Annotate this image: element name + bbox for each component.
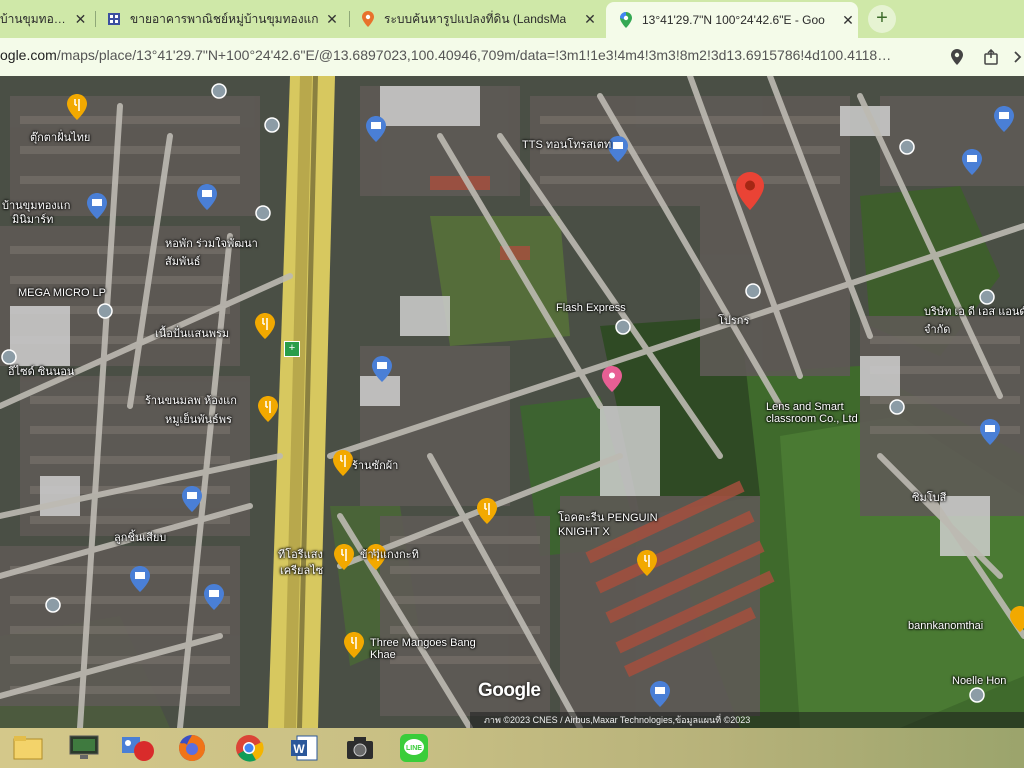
map-place-label[interactable]: ร้านซักผ้า (352, 456, 398, 474)
tab-1-title: บ้านขุมทองแก (0, 11, 71, 26)
address-bar[interactable]: ogle.com/maps/place/13°41'29.7"N+100°24'… (0, 38, 1024, 77)
food-pin-icon[interactable] (258, 396, 278, 422)
satellite-map[interactable]: + ตุ๊กตาฝั่นไทย บ้านขุมทองแก มินิมาร์ท หอพั… (0, 76, 1024, 728)
location-icon[interactable] (946, 46, 968, 68)
firefox-icon[interactable] (172, 731, 212, 765)
more-icon[interactable] (1006, 46, 1024, 68)
selected-location-marker[interactable] (736, 172, 764, 210)
line-icon[interactable]: LINE (394, 731, 434, 765)
tab-divider (349, 11, 350, 27)
chrome-icon[interactable] (229, 731, 269, 765)
close-icon[interactable]: ✕ (580, 11, 600, 28)
place-pin-icon[interactable] (210, 82, 228, 100)
shop-pin-icon[interactable] (366, 116, 386, 142)
map-place-label[interactable]: โอคตะรีน PENGUIN KNIGHT X (558, 508, 668, 538)
map-place-label[interactable]: ซิมโบสี (912, 488, 946, 506)
tab-2[interactable]: ขายอาคารพาณิชย์หมู่บ้านขุมทองแก ✕ (106, 4, 342, 34)
url-host: ogle.com (0, 47, 57, 63)
shop-pin-icon[interactable] (87, 193, 107, 219)
place-pin-icon[interactable] (968, 686, 986, 704)
place-pin-icon[interactable] (263, 116, 281, 134)
tab-2-title: ขายอาคารพาณิชย์หมู่บ้านขุมทองแก (130, 11, 319, 26)
map-place-label[interactable]: ข้าวแกงกะทิ (360, 545, 419, 563)
map-pin-icon (360, 11, 376, 27)
map-place-label[interactable]: MEGA MICRO LP (18, 287, 106, 299)
svg-text:W: W (293, 742, 305, 756)
shop-pin-icon[interactable] (182, 486, 202, 512)
pharmacy-icon[interactable]: + (284, 341, 300, 357)
place-pin-icon[interactable] (96, 302, 114, 320)
food-pin-icon[interactable] (255, 313, 275, 339)
map-place-label[interactable]: Noelle Hon (952, 675, 1006, 687)
camera-icon[interactable] (340, 731, 380, 765)
word-icon[interactable]: W (284, 731, 324, 765)
new-tab-button[interactable]: + (868, 5, 896, 33)
map-attribution: ภาพ ©2023 CNES / Airbus,Maxar Technologi… (470, 712, 1024, 728)
tab-divider (95, 11, 96, 27)
place-pin-icon[interactable] (888, 398, 906, 416)
map-place-label[interactable]: ลูกชิ้นเสียบ (114, 528, 166, 546)
close-icon[interactable]: ✕ (838, 12, 858, 29)
map-place-label[interactable]: หมูเย็นพันธ์พร (165, 410, 232, 428)
google-logo: Google (478, 680, 541, 701)
map-place-label[interactable]: หอพัก ร่วมใจพัฒนาสัมพันธ์ (165, 234, 275, 270)
close-icon[interactable]: ✕ (322, 11, 342, 28)
map-place-label[interactable]: ร้านขนมลพ ห้องแก (145, 391, 237, 409)
shop-pin-icon[interactable] (650, 681, 670, 707)
place-pin-icon[interactable] (898, 138, 916, 156)
place-pin-icon[interactable] (744, 282, 762, 300)
map-place-label[interactable]: Three Mangoes Bang Khae (370, 637, 480, 661)
map-place-label[interactable]: TTS ทอนโทรสเตท (522, 135, 611, 153)
svg-text:LINE: LINE (406, 745, 422, 752)
food-pin-icon[interactable] (344, 632, 364, 658)
share-icon[interactable] (980, 46, 1002, 68)
browser-tab-strip: บ้านขุมทองแก ✕ ขายอาคารพาณิชย์หมู่บ้านขุ… (0, 0, 1024, 38)
paint-icon[interactable] (118, 731, 158, 765)
tab-3-title: ระบบค้นหารูปแปลงที่ดิน (LandsMa (384, 11, 567, 26)
close-icon[interactable]: ✕ (71, 11, 90, 28)
food-pin-icon[interactable] (333, 450, 353, 476)
map-place-label[interactable]: มินิมาร์ท (12, 210, 53, 228)
map-place-label[interactable]: bannkanomthai (908, 620, 983, 632)
food-pin-icon[interactable] (1010, 606, 1024, 632)
taskbar: W LINE (0, 728, 1024, 768)
monitor-icon[interactable] (64, 731, 104, 765)
food-pin-icon[interactable] (637, 550, 657, 576)
food-pin-icon[interactable] (477, 498, 497, 524)
food-pin-icon[interactable] (67, 94, 87, 120)
tab-4-title: 13°41'29.7"N 100°24'42.6"E - Goo (642, 13, 825, 27)
building-icon (106, 11, 122, 27)
shop-pin-icon[interactable] (204, 584, 224, 610)
food-pin-icon[interactable] (334, 544, 354, 570)
file-explorer-icon[interactable] (8, 731, 48, 765)
shopping-pin-icon[interactable] (602, 366, 622, 392)
tab-1[interactable]: บ้านขุมทองแก ✕ (0, 4, 90, 34)
shop-pin-icon[interactable] (197, 184, 217, 210)
tab-4-active[interactable]: 13°41'29.7"N 100°24'42.6"E - Goo ✕ (606, 2, 858, 38)
tab-3[interactable]: ระบบค้นหารูปแปลงที่ดิน (LandsMa ✕ (360, 4, 600, 34)
map-place-label[interactable]: เนื้อปั่นแสนพรม (155, 324, 229, 342)
url-path: /maps/place/13°41'29.7"N+100°24'42.6"E/@… (56, 47, 892, 63)
place-pin-icon[interactable] (254, 204, 272, 222)
shop-pin-icon[interactable] (962, 149, 982, 175)
map-place-label[interactable]: Lens and Smart classroom Co., Ltd (766, 401, 876, 425)
shop-pin-icon[interactable] (130, 566, 150, 592)
place-pin-icon[interactable] (44, 596, 62, 614)
url-field[interactable]: ogle.com/maps/place/13°41'29.7"N+100°24'… (0, 47, 935, 63)
map-place-label[interactable]: เครียลไซ (280, 561, 323, 579)
map-place-label[interactable]: อีไซด์ ซินนอน (8, 362, 74, 380)
google-maps-icon (618, 12, 634, 28)
shop-pin-icon[interactable] (980, 419, 1000, 445)
map-place-label[interactable]: บริษัท เอ ดี เอส แอนด์ จำกัด (924, 302, 1024, 338)
shop-pin-icon[interactable] (994, 106, 1014, 132)
shop-pin-icon[interactable] (372, 356, 392, 382)
map-place-label[interactable]: ตุ๊กตาฝั่นไทย (30, 128, 90, 146)
place-pin-icon[interactable] (614, 318, 632, 336)
map-place-label[interactable]: Flash Express (556, 302, 626, 314)
map-place-label[interactable]: โปรกร (718, 311, 749, 329)
